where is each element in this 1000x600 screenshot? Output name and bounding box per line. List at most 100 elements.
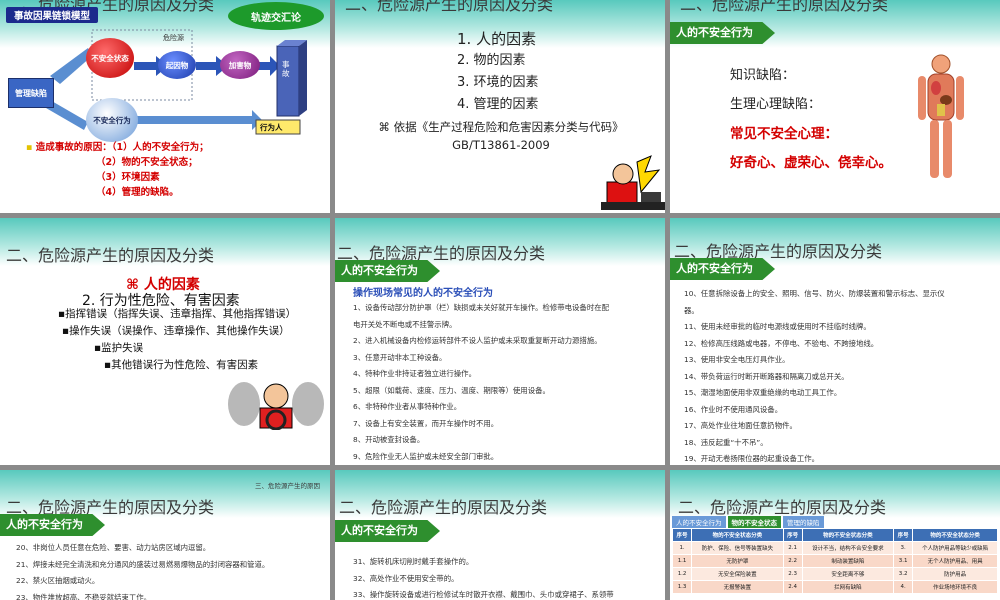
scene-heading: 操作现场常见的人的不安全行为 <box>353 288 493 299</box>
list-item: 12、检修高压线路或电器，不停电、不验电、不跨接地线。 <box>684 338 879 348</box>
table-cell: 1. <box>671 541 693 555</box>
list-item: 18、违反起重“十不吊”。 <box>684 437 768 447</box>
table-header-row: 序号 物的不安全状态分类 序号 物的不安全状态分类 序号 物的不安全状态分类 <box>671 528 998 542</box>
table-row: 1. 防护、保险、信号等装置缺失 2.1 设计不当，结构不合安全要求 3. 个人… <box>671 541 998 555</box>
tab-unsafe-act[interactable]: 人的不安全行为 <box>672 516 726 528</box>
factor-item: 1. 人的因素 <box>457 30 537 48</box>
slide-4[interactable]: 二、危险源产生的原因及分类 ⌘ 人的因素 2. 行为性危险、有害因素 ▪指挥错误… <box>0 218 330 465</box>
list-item: 13、使用非安全电压灯具作业。 <box>684 355 790 364</box>
list-item: 5、超限（如载荷、速度、压力、温度、期限等）使用设备。 <box>353 385 550 395</box>
slide-5[interactable]: 二、危险源产生的原因及分类 人的不安全行为 操作现场常见的人的不安全行为 1、设… <box>335 218 665 465</box>
causes-heading-text: 造成事故的原因：（1）人的不安全行为； <box>35 142 209 153</box>
col-header: 物的不安全状态分类 <box>801 528 895 542</box>
bullet-item: ▪监护失误 <box>94 342 144 354</box>
slide-6[interactable]: 二、危险源产生的原因及分类 人的不安全行为 10、任意拆除设备上的安全、照明、信… <box>670 218 1000 465</box>
node-mgmt: 管理缺陷 <box>8 78 54 108</box>
node-harm-label: 加害物 <box>228 60 252 70</box>
list-item: 8、开动被查封设备。 <box>353 435 425 444</box>
table-cell: 3. <box>893 541 914 555</box>
slide-8[interactable]: 二、危险源产生的原因及分类 人的不安全行为 31、旋转机床切削时戴手套操作的。 … <box>335 470 665 600</box>
section-badge: 人的不安全行为 <box>335 260 440 282</box>
slide-3[interactable]: 二、危险源产生的原因及分类 人的不安全行为 知识缺陷： 生理心理缺陷： 常见不安… <box>670 0 1000 213</box>
table-cell: 1.3 <box>671 580 693 594</box>
node-trigger-label: 起因物 <box>165 60 189 70</box>
list-item: 21、焊接未经完全清洗和充分通风的盛装过易燃易爆物品的封闭容器和管道。 <box>16 559 270 569</box>
table-cell: 拦网有缺陷 <box>801 580 895 594</box>
stressed-driver-clipart <box>228 382 324 430</box>
line-knowledge: 知识缺陷： <box>730 68 796 83</box>
slide-7[interactable]: 三、危险源产生的原因 二、危险源产生的原因及分类 人的不安全行为 20、非岗位人… <box>0 470 330 600</box>
unsafe-act-list: 1、设备传动部分防护罩（栏）缺损或未关好就开车操作。检修带电设备时在配 电开关处… <box>353 300 609 465</box>
table-cell: 防护、保险、信号等装置缺失 <box>691 541 784 555</box>
col-header: 物的不安全状态分类 <box>912 528 998 542</box>
section-badge: 人的不安全行为 <box>670 258 775 280</box>
factor-item: 2. 物的因素 <box>457 53 526 68</box>
table-cell: 2.4 <box>782 580 803 594</box>
cause-item: （4）管理的缺陷。 <box>96 187 179 198</box>
bullet-item: ▪指挥错误（指挥失误、违章指挥、其他指挥错误） <box>58 308 297 320</box>
bullet-text: 监护失误 <box>101 342 144 354</box>
unsafe-act-list: 31、旋转机床切削时戴手套操作的。 32、高处作业不使用安全带的。 33、操作旋… <box>353 554 614 600</box>
list-item: 17、高处作业往地面任意扔物件。 <box>684 421 797 430</box>
line-psych: 常见不安全心理： <box>730 126 838 142</box>
node-harm: 加害物 <box>220 51 260 79</box>
causes-heading: ▪ 造成事故的原因：（1）人的不安全行为； <box>26 142 209 153</box>
slide-title: 二、危险源产生的原因及分类 <box>345 0 554 14</box>
table-cell: 1.2 <box>671 567 693 581</box>
slide-2[interactable]: 二、危险源产生的原因及分类 1. 人的因素 2. 物的因素 3. 环境的因素 4… <box>335 0 665 213</box>
table-cell: 设计不当，结构不合安全要求 <box>801 541 895 555</box>
node-unsafe-state: 不安全状态 <box>86 38 134 78</box>
list-item: 19、开动无卷扬限位器的起重设备工作。 <box>684 454 820 463</box>
bullet-text: 操作失误（误操作、违章操作、其他操作失误） <box>69 325 290 337</box>
table-cell: 无报警装置 <box>691 580 784 594</box>
basis-text: ⌘ 依据《生产过程危险和危害因素分类与代码》GB/T13861-2009 <box>378 120 624 152</box>
slide-title: 二、危险源产生的原因及分类 <box>339 498 548 517</box>
slide-title: 二、危险源产生的原因及分类 <box>680 0 889 14</box>
table-cell: 2.3 <box>782 567 803 581</box>
slide-1[interactable]: 二、危险源产生的原因及分类 事故因果链锁模型 轨迹交汇论 不安全状态 不安全行为… <box>0 0 330 213</box>
section-badge: 人的不安全行为 <box>670 22 775 44</box>
table-cell: 3.1 <box>893 554 914 568</box>
col-header: 序号 <box>671 528 693 542</box>
node-accident: 事故 <box>282 60 290 78</box>
table-cell: 个人防护用品等缺少或缺陷 <box>912 541 998 555</box>
list-item: 电开关处不断电或不挂警示牌。 <box>353 319 457 329</box>
table-cell: 3.2 <box>893 567 914 581</box>
tab-unsafe-state[interactable]: 物的不安全状态 <box>727 516 781 528</box>
section-badge: 人的不安全行为 <box>335 520 440 542</box>
accident-box <box>276 45 300 117</box>
list-item: 11、使用未经审批的临时电源线或使用时不挂临时线牌。 <box>684 322 871 331</box>
cause-item: （3）环境因素 <box>96 172 160 183</box>
list-item: 10、任意拆除设备上的安全、照明、信号、防火、防爆装置和警示标志、显示仪 <box>684 289 945 298</box>
list-item: 2、进入机械设备内检修运转部件不设人监护或未采取重复断开动力源措施。 <box>353 336 602 345</box>
bullet-item: ▪操作失误（误操作、违章操作、其他操作失误） <box>62 325 290 337</box>
line-physio: 生理心理缺陷： <box>730 97 822 112</box>
node-hazard: 危险源 <box>163 34 184 42</box>
table-row: 1.2 无安全保险装置 2.3 安全距离不够 3.2 防护用品 <box>671 567 998 581</box>
table-cell: 2.2 <box>782 554 803 568</box>
list-item: 22、禁火区抽烟或动火。 <box>16 576 100 585</box>
col-header: 序号 <box>893 528 914 542</box>
chain-label: 事故因果链锁模型 <box>6 7 99 23</box>
category-tabs: 人的不安全行为 物的不安全状态 管理的缺陷 <box>672 516 824 528</box>
table-row: 1.1 无防护罩 2.2 制动装置缺陷 3.1 无个人防护用品、用具 <box>671 554 998 568</box>
unsafe-act-list: 20、非岗位人员任意在危险、要害、动力站房区域内逗留。 21、焊接未经完全清洗和… <box>16 540 269 600</box>
col-header: 序号 <box>782 528 803 542</box>
line-traits: 好奇心、虚荣心、侥幸心。 <box>730 155 892 171</box>
table-cell: 2.1 <box>782 541 803 555</box>
anatomy-figure <box>918 54 964 178</box>
table-cell: 安全距离不够 <box>801 567 895 581</box>
list-item: 32、高处作业不使用安全带的。 <box>353 573 459 583</box>
slide-9[interactable]: 二、危险源产生的原因及分类 人的不安全行为 物的不安全状态 管理的缺陷 序号 物… <box>670 470 1000 600</box>
col-header: 物的不安全状态分类 <box>691 528 784 542</box>
list-item: 3、任意开动非本工种设备。 <box>353 352 447 362</box>
list-item: 7、设备上有安全装置，而开车操作时不用。 <box>353 418 499 428</box>
list-item: 9、危险作业无人监护或未经安全部门审批。 <box>353 451 499 461</box>
bullet-text: 指挥错误（指挥失误、违章指挥、其他指挥错误） <box>65 308 297 320</box>
unsafe-act-list: 10、任意拆除设备上的安全、照明、信号、防火、防爆装置和警示标志、显示仪 器。 … <box>684 286 945 465</box>
tab-mgmt-defect[interactable]: 管理的缺陷 <box>783 516 824 528</box>
list-item: 15、潮湿地面使用非双重绝缘的电动工具工作。 <box>684 388 842 397</box>
list-item: 器。 <box>684 305 699 315</box>
list-item: 6、非特种作业者从事特种作业。 <box>353 402 462 411</box>
section-badge: 人的不安全行为 <box>0 514 105 536</box>
